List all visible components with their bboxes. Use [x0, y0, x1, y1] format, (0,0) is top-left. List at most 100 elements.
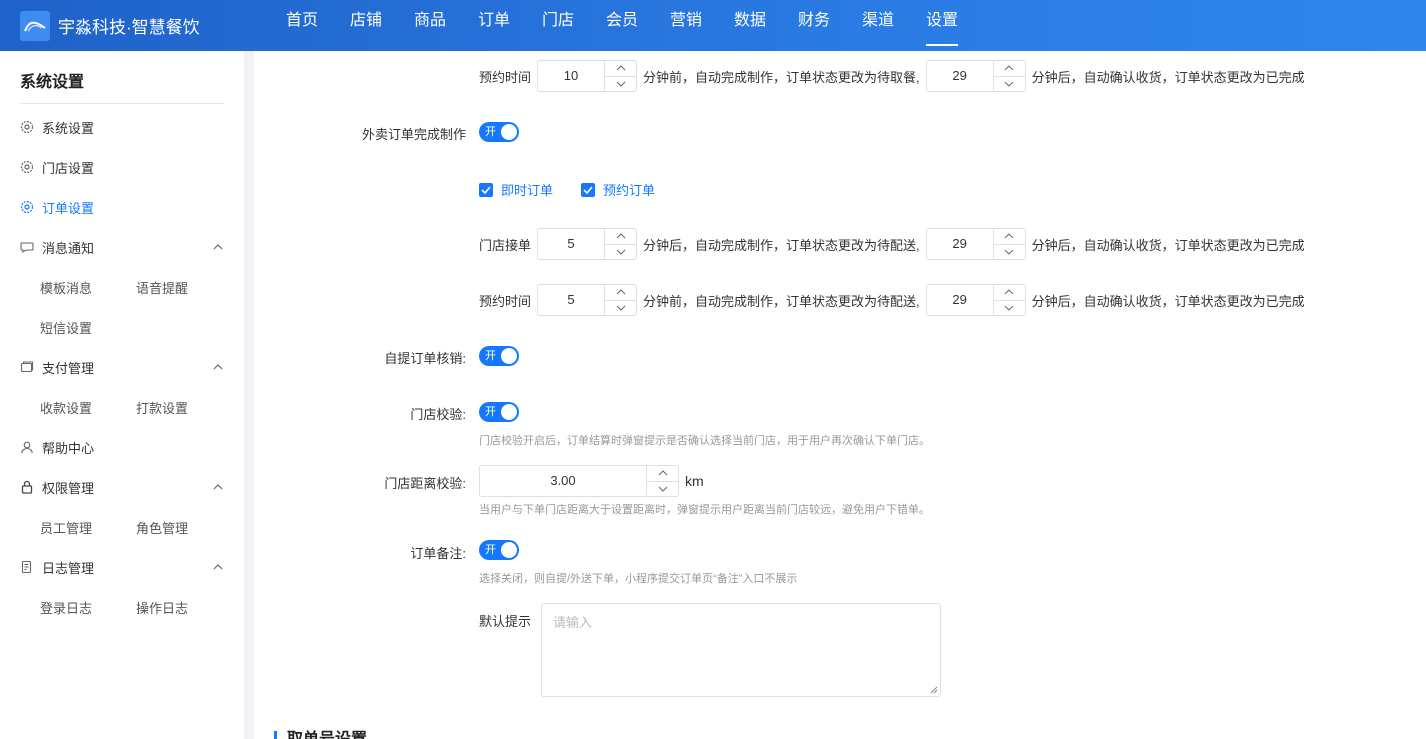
sidebar-subitem-voice[interactable]: 语音提醒: [136, 278, 232, 297]
main-nav: 首页 店铺 商品 订单 门店 会员 营销 数据 财务 渠道 设置: [270, 0, 974, 51]
quantity-stepper[interactable]: 29: [925, 284, 1026, 316]
quantity-stepper[interactable]: 5: [537, 284, 638, 316]
stepper-value[interactable]: 29: [927, 285, 993, 315]
sidebar-subitem-collect[interactable]: 收款设置: [40, 398, 136, 417]
order-type-checkboxes: 即时订单 预约订单: [479, 180, 683, 199]
chevron-up-icon[interactable]: [212, 481, 224, 493]
stepper-value[interactable]: 5: [538, 285, 604, 315]
sidebar-item-label: 帮助中心: [42, 440, 95, 456]
chevron-up-icon[interactable]: [605, 61, 636, 76]
default-tip-label: 默认提示: [479, 614, 532, 629]
nav-members[interactable]: 会员: [590, 0, 654, 51]
quantity-stepper[interactable]: 29: [925, 60, 1026, 92]
chevron-down-icon[interactable]: [605, 243, 637, 260]
distance-check-hint: 当用户与下单门店距离大于设置距离时，弹窗提示用户距离当前门店较远，避免用户下错单…: [479, 504, 930, 516]
sidebar-subgroup-log: 登录日志 操作日志: [0, 587, 244, 627]
sidebar-item-permission[interactable]: 权限管理: [0, 467, 244, 507]
sidebar-subitem-login-log[interactable]: 登录日志: [40, 598, 136, 617]
sidebar: 系统设置 系统设置 门店设置 订单设置 消息通知 模板消息 语音提醒 短信设置: [0, 51, 244, 739]
nav-shop[interactable]: 店铺: [334, 0, 398, 51]
sidebar-subitem-staff[interactable]: 员工管理: [40, 518, 136, 537]
sidebar-item-label: 系统设置: [42, 120, 95, 136]
quantity-stepper[interactable]: 29: [925, 228, 1026, 260]
toggle-switch[interactable]: 开: [479, 122, 519, 142]
quantity-stepper[interactable]: 10: [537, 60, 638, 92]
sidebar-item-store[interactable]: 门店设置: [0, 147, 244, 187]
sidebar-item-message[interactable]: 消息通知: [0, 227, 244, 267]
chevron-down-icon[interactable]: [993, 299, 1025, 316]
chevron-down-icon[interactable]: [993, 243, 1025, 260]
resize-handle-icon[interactable]: [930, 686, 938, 694]
sidebar-item-label: 消息通知: [42, 240, 95, 256]
stepper-value[interactable]: 5: [538, 229, 604, 259]
nav-marketing[interactable]: 营销: [654, 0, 718, 51]
toggle-switch[interactable]: 开: [479, 402, 519, 422]
brand[interactable]: 宇淼科技·智慧餐饮: [0, 10, 260, 41]
field-text: 分钟后，自动确认收货，订单状态更改为已完成: [1031, 293, 1305, 309]
chevron-up-icon[interactable]: [605, 229, 636, 244]
chevron-down-icon[interactable]: [647, 480, 678, 497]
field-text: 分钟后，自动确认收货，订单状态更改为已完成: [1031, 69, 1305, 85]
checkbox-reserve-order[interactable]: 预约订单: [581, 180, 655, 199]
sidebar-item-label: 订单设置: [42, 200, 95, 216]
sidebar-item-help[interactable]: 帮助中心: [0, 427, 244, 467]
chevron-up-icon[interactable]: [212, 361, 224, 373]
chevron-down-icon[interactable]: [993, 75, 1025, 92]
document-icon: [20, 560, 34, 574]
field-text: 分钟后，自动确认收货，订单状态更改为已完成: [1031, 237, 1305, 253]
top-navbar: 宇淼科技·智慧餐饮 首页 店铺 商品 订单 门店 会员 营销 数据 财务 渠道 …: [0, 0, 1426, 51]
quantity-stepper[interactable]: 5: [537, 228, 638, 260]
sidebar-item-system[interactable]: 系统设置: [0, 107, 244, 147]
default-tip-textarea[interactable]: 请输入: [541, 603, 941, 697]
chevron-up-icon[interactable]: [994, 285, 1025, 300]
toggle-switch[interactable]: 开: [479, 540, 519, 560]
nav-settings[interactable]: 设置: [910, 0, 974, 51]
stepper-value[interactable]: 10: [538, 61, 604, 91]
sidebar-subitem-op-log[interactable]: 操作日志: [136, 598, 232, 617]
stepper-value[interactable]: 3.00: [480, 466, 646, 496]
chevron-up-icon[interactable]: [647, 466, 678, 481]
nav-home[interactable]: 首页: [270, 0, 334, 51]
unit-text: km: [685, 473, 704, 489]
chevron-down-icon[interactable]: [605, 75, 637, 92]
sidebar-item-log[interactable]: 日志管理: [0, 547, 244, 587]
store-check-label: 门店校验:: [410, 407, 466, 422]
sidebar-title: 系统设置: [20, 74, 85, 91]
chevron-up-icon[interactable]: [212, 561, 224, 573]
nav-channels[interactable]: 渠道: [846, 0, 910, 51]
brand-logo-icon: [20, 10, 50, 41]
field-text: 分钟后，自动完成制作，订单状态更改为待配送,: [643, 237, 920, 253]
chevron-up-icon[interactable]: [212, 241, 224, 253]
section-title-pickup-number: 取单号设置: [274, 731, 367, 739]
chevron-up-icon[interactable]: [605, 285, 636, 300]
default-tip-label-wrap: 默认提示: [479, 611, 531, 630]
sidebar-subitem-sms[interactable]: 短信设置: [40, 318, 136, 337]
chevron-up-icon[interactable]: [994, 61, 1025, 76]
gear-icon: [20, 200, 34, 214]
sidebar-item-payment[interactable]: 支付管理: [0, 347, 244, 387]
chevron-up-icon[interactable]: [994, 229, 1025, 244]
stepper-value[interactable]: 29: [927, 61, 993, 91]
distance-check-label: 门店距离校验:: [384, 476, 466, 491]
sidebar-subitem-payout[interactable]: 打款设置: [136, 398, 232, 417]
sidebar-subitem-role[interactable]: 角色管理: [136, 518, 232, 537]
toggle-switch[interactable]: 开: [479, 346, 519, 366]
switch-text: 开: [485, 350, 496, 362]
store-accept-row: 门店接单 5 分钟后，自动完成制作，订单状态更改为待配送, 29 分钟后，自动确…: [479, 228, 1311, 260]
user-icon: [20, 440, 34, 454]
sidebar-subitem-template[interactable]: 模板消息: [40, 278, 136, 297]
store-check-switch-wrap: 开: [479, 402, 519, 422]
nav-goods[interactable]: 商品: [398, 0, 462, 51]
stepper-value[interactable]: 29: [927, 229, 993, 259]
gear-icon: [20, 120, 34, 134]
nav-data[interactable]: 数据: [718, 0, 782, 51]
nav-stores[interactable]: 门店: [526, 0, 590, 51]
chevron-down-icon[interactable]: [605, 299, 637, 316]
field-text: 分钟前，自动完成制作，订单状态更改为待配送,: [643, 293, 920, 309]
nav-orders[interactable]: 订单: [462, 0, 526, 51]
nav-finance[interactable]: 财务: [782, 0, 846, 51]
distance-stepper[interactable]: 3.00: [479, 465, 679, 497]
sidebar-item-order[interactable]: 订单设置: [0, 187, 244, 227]
checkbox-instant-order[interactable]: 即时订单: [479, 180, 553, 199]
pickup-verify-switch-wrap: 开: [479, 346, 519, 366]
